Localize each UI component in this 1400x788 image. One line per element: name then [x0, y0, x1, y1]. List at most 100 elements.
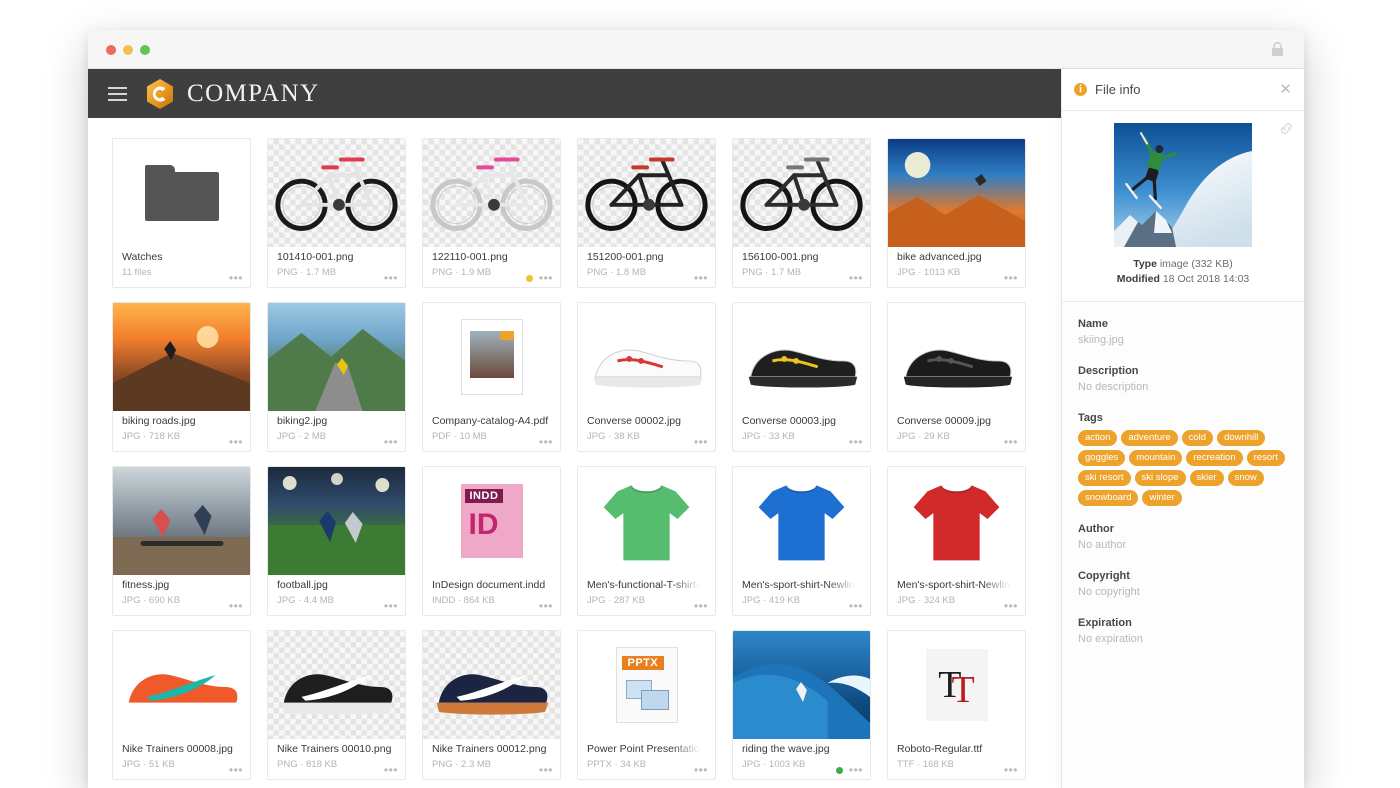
- file-card[interactable]: PPTX Power Point Presentation.pptx PPTX …: [577, 630, 716, 780]
- more-options-icon[interactable]: •••: [694, 275, 708, 282]
- metadata-label: Author: [1078, 521, 1288, 537]
- file-card[interactable]: INDD ID InDesign document.indd INDD · 86…: [422, 466, 561, 616]
- window-controls[interactable]: [106, 45, 150, 55]
- file-card[interactable]: 101410-001.png PNG · 1.7 MB •••: [267, 138, 406, 288]
- file-card-actions[interactable]: •••: [229, 603, 243, 610]
- hamburger-icon[interactable]: [108, 87, 127, 101]
- more-options-icon[interactable]: •••: [1004, 603, 1018, 610]
- tag-chip[interactable]: cold: [1182, 430, 1213, 446]
- tag-chip[interactable]: ski slope: [1135, 470, 1186, 486]
- tag-chip[interactable]: skier: [1190, 470, 1224, 486]
- file-card[interactable]: Converse 00003.jpg JPG · 33 KB •••: [732, 302, 871, 452]
- file-grid[interactable]: Watches 11 files ••• 101410-001.png PNG …: [88, 118, 1061, 788]
- file-card-actions[interactable]: •••: [384, 603, 398, 610]
- tag-chip[interactable]: snowboard: [1078, 490, 1138, 506]
- more-options-icon[interactable]: •••: [694, 767, 708, 774]
- more-options-icon[interactable]: •••: [229, 603, 243, 610]
- file-card-actions[interactable]: •••: [539, 603, 553, 610]
- tag-chip[interactable]: downhill: [1217, 430, 1265, 446]
- more-options-icon[interactable]: •••: [849, 275, 863, 282]
- file-card[interactable]: Nike Trainers 00010.png PNG · 818 KB •••: [267, 630, 406, 780]
- tag-chip[interactable]: winter: [1142, 490, 1181, 506]
- more-options-icon[interactable]: •••: [539, 439, 553, 446]
- file-card[interactable]: biking roads.jpg JPG · 718 KB •••: [112, 302, 251, 452]
- more-options-icon[interactable]: •••: [849, 603, 863, 610]
- file-card[interactable]: 122110-001.png PNG · 1.9 MB •••: [422, 138, 561, 288]
- tag-chip[interactable]: snow: [1228, 470, 1264, 486]
- more-options-icon[interactable]: •••: [1004, 767, 1018, 774]
- tag-chip[interactable]: mountain: [1129, 450, 1182, 466]
- more-options-icon[interactable]: •••: [384, 275, 398, 282]
- file-card-actions[interactable]: •••: [849, 275, 863, 282]
- tag-chip[interactable]: resort: [1247, 450, 1285, 466]
- file-card-actions[interactable]: •••: [694, 439, 708, 446]
- file-card-actions[interactable]: •••: [1004, 439, 1018, 446]
- file-card[interactable]: Watches 11 files •••: [112, 138, 251, 288]
- file-card-actions[interactable]: •••: [1004, 275, 1018, 282]
- file-preview-image[interactable]: [1114, 123, 1252, 247]
- file-card[interactable]: Nike Trainers 00012.png PNG · 2.3 MB •••: [422, 630, 561, 780]
- more-options-icon[interactable]: •••: [539, 767, 553, 774]
- file-card-actions[interactable]: •••: [849, 603, 863, 610]
- tag-chip[interactable]: adventure: [1121, 430, 1177, 446]
- file-card[interactable]: 156100-001.png PNG · 1.7 MB •••: [732, 138, 871, 288]
- more-options-icon[interactable]: •••: [849, 767, 863, 774]
- file-card[interactable]: TT Roboto-Regular.ttf TTF · 168 KB •••: [887, 630, 1026, 780]
- file-card-actions[interactable]: •••: [694, 603, 708, 610]
- more-options-icon[interactable]: •••: [229, 439, 243, 446]
- tag-chip[interactable]: action: [1078, 430, 1117, 446]
- more-options-icon[interactable]: •••: [539, 275, 553, 282]
- tag-list[interactable]: actionadventure colddownhill gogglesmounta…: [1078, 430, 1288, 506]
- file-card[interactable]: Company-catalog-A4.pdf PDF · 10 MB •••: [422, 302, 561, 452]
- file-card[interactable]: bike advanced.jpg JPG · 1013 KB •••: [887, 138, 1026, 288]
- file-card-actions[interactable]: •••: [229, 439, 243, 446]
- maximize-window-button[interactable]: [140, 45, 150, 55]
- file-card-actions[interactable]: •••: [229, 767, 243, 774]
- file-card[interactable]: riding the wave.jpg JPG · 1003 KB •••: [732, 630, 871, 780]
- file-card-actions[interactable]: •••: [1004, 767, 1018, 774]
- file-card-actions[interactable]: •••: [849, 439, 863, 446]
- close-window-button[interactable]: [106, 45, 116, 55]
- file-card-actions[interactable]: •••: [694, 275, 708, 282]
- metadata-label: Expiration: [1078, 615, 1288, 631]
- file-card[interactable]: football.jpg JPG · 4.4 MB •••: [267, 466, 406, 616]
- more-options-icon[interactable]: •••: [384, 439, 398, 446]
- file-card-actions[interactable]: •••: [384, 767, 398, 774]
- file-card[interactable]: Converse 00009.jpg JPG · 29 KB •••: [887, 302, 1026, 452]
- file-card[interactable]: fitness.jpg JPG · 690 KB •••: [112, 466, 251, 616]
- file-card[interactable]: Nike Trainers 00008.jpg JPG · 51 KB •••: [112, 630, 251, 780]
- file-card-actions[interactable]: •••: [539, 767, 553, 774]
- file-card-actions[interactable]: •••: [1004, 603, 1018, 610]
- more-options-icon[interactable]: •••: [694, 603, 708, 610]
- more-options-icon[interactable]: •••: [384, 767, 398, 774]
- file-card-actions[interactable]: •••: [526, 275, 553, 282]
- file-card[interactable]: Men's-functional-T-shirt-Brubeck JPG · 2…: [577, 466, 716, 616]
- more-options-icon[interactable]: •••: [1004, 275, 1018, 282]
- file-card-actions[interactable]: •••: [836, 767, 863, 774]
- tag-chip[interactable]: ski resort: [1078, 470, 1131, 486]
- file-card[interactable]: Converse 00002.jpg JPG · 38 KB •••: [577, 302, 716, 452]
- file-card[interactable]: 151200-001.png PNG · 1.8 MB •••: [577, 138, 716, 288]
- company-logo[interactable]: COMPANY: [145, 78, 320, 110]
- tag-chip[interactable]: goggles: [1078, 450, 1125, 466]
- file-card-actions[interactable]: •••: [384, 439, 398, 446]
- more-options-icon[interactable]: •••: [694, 439, 708, 446]
- more-options-icon[interactable]: •••: [849, 439, 863, 446]
- more-options-icon[interactable]: •••: [539, 603, 553, 610]
- file-card[interactable]: Men's-sport-shirt-Newline red JPG · 324 …: [887, 466, 1026, 616]
- file-card-actions[interactable]: •••: [229, 275, 243, 282]
- file-card[interactable]: biking2.jpg JPG · 2 MB •••: [267, 302, 406, 452]
- close-icon[interactable]: ✕: [1279, 82, 1292, 97]
- file-card[interactable]: Men's-sport-shirt-Newline blue JPG · 419…: [732, 466, 871, 616]
- minimize-window-button[interactable]: [123, 45, 133, 55]
- file-card-actions[interactable]: •••: [384, 275, 398, 282]
- link-icon[interactable]: [1279, 121, 1294, 141]
- file-card-actions[interactable]: •••: [539, 439, 553, 446]
- file-card-meta: Men's-functional-T-shirt-Brubeck JPG · 2…: [578, 575, 715, 615]
- tag-chip[interactable]: recreation: [1186, 450, 1242, 466]
- more-options-icon[interactable]: •••: [229, 275, 243, 282]
- more-options-icon[interactable]: •••: [1004, 439, 1018, 446]
- file-card-actions[interactable]: •••: [694, 767, 708, 774]
- more-options-icon[interactable]: •••: [229, 767, 243, 774]
- more-options-icon[interactable]: •••: [384, 603, 398, 610]
